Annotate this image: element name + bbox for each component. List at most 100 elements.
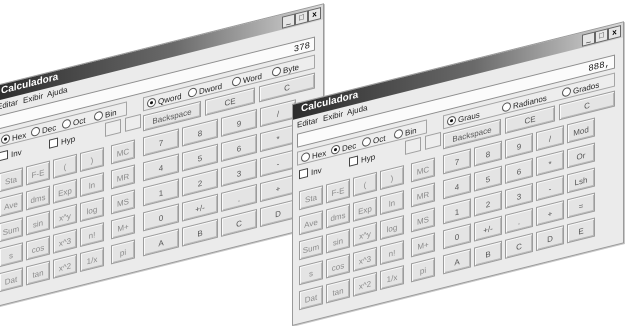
key-sum-button[interactable]: Sum bbox=[0, 217, 23, 243]
key-lsh-button[interactable]: Lsh bbox=[567, 167, 595, 194]
key-f-e-button[interactable]: F-E bbox=[26, 160, 50, 186]
key-mc-button[interactable]: MC bbox=[411, 157, 435, 183]
radio-dec[interactable]: Dec bbox=[31, 122, 56, 138]
key-1-x-button[interactable]: 1/x bbox=[380, 265, 404, 291]
key-4-button[interactable]: 4 bbox=[443, 173, 471, 200]
key-xpow2-button[interactable]: x^2 bbox=[353, 271, 377, 297]
close-button[interactable]: x bbox=[608, 24, 621, 41]
key-ln-button[interactable]: ln bbox=[80, 172, 104, 198]
key-sign-button[interactable]: +/- bbox=[474, 215, 502, 242]
key-dat-button[interactable]: Dat bbox=[0, 267, 23, 293]
key-mr-button[interactable]: MR bbox=[411, 182, 435, 208]
key-9-button[interactable]: 9 bbox=[221, 108, 257, 137]
key-n-button[interactable]: n! bbox=[80, 222, 104, 248]
key-divide-button[interactable]: / bbox=[536, 125, 564, 152]
key-log-button[interactable]: log bbox=[80, 197, 104, 223]
key-plus-button[interactable]: + bbox=[260, 174, 296, 203]
key-a-button[interactable]: A bbox=[443, 248, 471, 275]
menu-ajuda[interactable]: Ajuda bbox=[47, 85, 67, 99]
maximize-button[interactable]: □ bbox=[595, 28, 608, 44]
key-dms-button[interactable]: dms bbox=[326, 203, 350, 229]
checkbox-inv[interactable]: Inv bbox=[0, 147, 22, 163]
key-2-button[interactable]: 2 bbox=[182, 168, 218, 197]
key-b-button[interactable]: B bbox=[182, 218, 218, 247]
key-5-button[interactable]: 5 bbox=[182, 143, 218, 172]
key-exp-button[interactable]: Exp bbox=[53, 178, 77, 204]
checkbox-hyp[interactable]: Hyp bbox=[49, 133, 75, 150]
radio-word[interactable]: Word bbox=[232, 71, 262, 88]
key-cos-button[interactable]: cos bbox=[26, 235, 50, 261]
key-minus-button[interactable]: - bbox=[536, 175, 564, 202]
key-d-button[interactable]: D bbox=[536, 225, 564, 252]
key-xpow3-button[interactable]: x^3 bbox=[53, 228, 77, 254]
key-decimal-button[interactable]: . bbox=[221, 183, 257, 212]
key-divide-button[interactable]: / bbox=[260, 99, 296, 128]
key-mr-button[interactable]: MR bbox=[111, 164, 135, 190]
key-ave-button[interactable]: Ave bbox=[299, 210, 323, 236]
menu-exibir[interactable]: Exibir bbox=[23, 91, 43, 105]
key-7-button[interactable]: 7 bbox=[143, 128, 179, 157]
key-pi-button[interactable]: pi bbox=[411, 257, 435, 283]
key-2-button[interactable]: 2 bbox=[474, 190, 502, 217]
key-1-x-button[interactable]: 1/x bbox=[80, 247, 104, 273]
menu-ajuda[interactable]: Ajuda bbox=[347, 103, 367, 117]
radio-hex[interactable]: Hex bbox=[1, 129, 26, 145]
key-xpowy-button[interactable]: x^y bbox=[353, 221, 377, 247]
key-ms-button[interactable]: MS bbox=[411, 207, 435, 233]
key-sta-button[interactable]: Sta bbox=[0, 167, 23, 193]
key-sin-button[interactable]: sin bbox=[326, 228, 350, 254]
key-5-button[interactable]: 5 bbox=[474, 165, 502, 192]
key-6-button[interactable]: 6 bbox=[221, 133, 257, 162]
key-0-button[interactable]: 0 bbox=[443, 223, 471, 250]
key-3-button[interactable]: 3 bbox=[221, 158, 257, 187]
key-minus-button[interactable]: - bbox=[260, 149, 296, 178]
key-tan-button[interactable]: tan bbox=[326, 278, 350, 304]
key-s-button[interactable]: s bbox=[0, 242, 23, 268]
minimize-button[interactable]: _ bbox=[582, 31, 595, 47]
checkbox-inv[interactable]: Inv bbox=[299, 165, 322, 181]
key-e-button[interactable]: E bbox=[567, 217, 595, 244]
minimize-button[interactable]: _ bbox=[282, 13, 295, 29]
key-xpow3-button[interactable]: x^3 bbox=[353, 246, 377, 272]
key-plus-button[interactable]: + bbox=[536, 200, 564, 227]
key-sum-button[interactable]: Sum bbox=[299, 235, 323, 261]
key-exp-button[interactable]: Exp bbox=[353, 196, 377, 222]
key-ln-button[interactable]: ln bbox=[380, 190, 404, 216]
key-8-button[interactable]: 8 bbox=[182, 118, 218, 147]
radio-oct[interactable]: Oct bbox=[362, 133, 385, 149]
key-multiply-button[interactable]: * bbox=[536, 150, 564, 177]
key-n-button[interactable]: n! bbox=[380, 240, 404, 266]
key-c-button[interactable]: C bbox=[505, 232, 533, 259]
radio-hex[interactable]: Hex bbox=[301, 147, 326, 163]
key-b-button[interactable]: B bbox=[474, 240, 502, 267]
key-sin-button[interactable]: sin bbox=[26, 210, 50, 236]
key-cos-button[interactable]: cos bbox=[326, 253, 350, 279]
key-6-button[interactable]: 6 bbox=[505, 157, 533, 184]
key-decimal-button[interactable]: . bbox=[505, 207, 533, 234]
key-s-button[interactable]: s bbox=[299, 260, 323, 286]
key-xpowy-button[interactable]: x^y bbox=[53, 203, 77, 229]
radio-dec[interactable]: Dec bbox=[331, 140, 356, 156]
key-open-paren-button[interactable]: ( bbox=[353, 171, 377, 197]
key-3-button[interactable]: 3 bbox=[505, 182, 533, 209]
key-or-button[interactable]: Or bbox=[567, 142, 595, 169]
key-sta-button[interactable]: Sta bbox=[299, 185, 323, 211]
key-dat-button[interactable]: Dat bbox=[299, 285, 323, 311]
key-0-button[interactable]: 0 bbox=[143, 203, 179, 232]
key-close-paren-button[interactable]: ) bbox=[380, 165, 404, 191]
key-a-button[interactable]: A bbox=[143, 228, 179, 257]
radio-byte[interactable]: Byte bbox=[272, 61, 299, 78]
key-mc-button[interactable]: MC bbox=[111, 139, 135, 165]
key-1-button[interactable]: 1 bbox=[143, 178, 179, 207]
key-c-button[interactable]: C bbox=[221, 208, 257, 237]
close-button[interactable]: x bbox=[308, 6, 321, 23]
key-m-button[interactable]: M+ bbox=[411, 232, 435, 258]
key-open-paren-button[interactable]: ( bbox=[53, 153, 77, 179]
key-9-button[interactable]: 9 bbox=[505, 132, 533, 159]
key-tan-button[interactable]: tan bbox=[26, 260, 50, 286]
key-sign-button[interactable]: +/- bbox=[182, 193, 218, 222]
key-close-paren-button[interactable]: ) bbox=[80, 147, 104, 173]
key-ave-button[interactable]: Ave bbox=[0, 192, 23, 218]
key-equals-button[interactable]: = bbox=[567, 192, 595, 219]
key-ms-button[interactable]: MS bbox=[111, 189, 135, 215]
